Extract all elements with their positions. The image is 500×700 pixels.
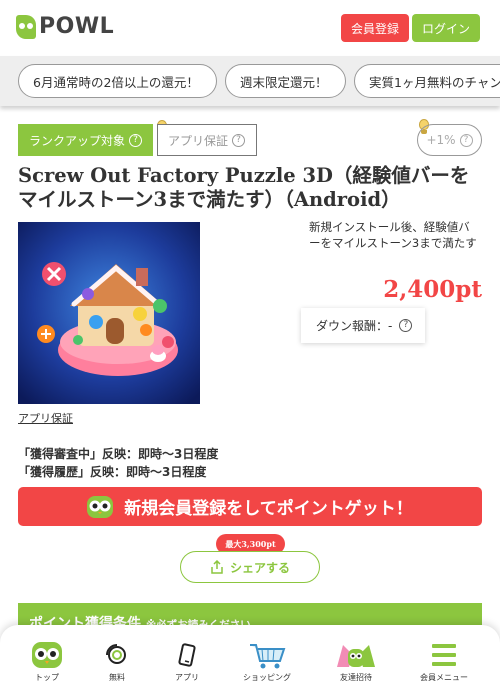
- owl-icon: [87, 495, 114, 518]
- bottom-nav: トップ 無料 アプリ ショッピング 友達招待 会員メニュー: [0, 625, 500, 700]
- nav-label: 無料: [109, 673, 125, 682]
- owl-icon: [32, 639, 62, 671]
- free-coin-icon: [105, 639, 129, 671]
- rank-up-badge[interactable]: ランクアップ対象 ?: [18, 124, 153, 156]
- reflect-line: 「獲得履歴」反映：即時～3日程度: [18, 465, 207, 479]
- screw-house-illustration: [18, 222, 200, 404]
- campaign-tab[interactable]: 週末限定還元！: [225, 64, 346, 98]
- powl-owl-icon: [16, 14, 36, 39]
- help-icon: ?: [232, 133, 246, 147]
- nav-label: 会員メニュー: [420, 673, 468, 682]
- share-label: シェアする: [229, 560, 290, 575]
- reward-points: 2,400pt: [383, 276, 482, 303]
- nav-label: アプリ: [175, 673, 199, 682]
- signup-cta-button[interactable]: 新規会員登録をしてポイントゲット！: [18, 487, 482, 526]
- nav-item-free[interactable]: 無料: [82, 639, 152, 683]
- signup-cta-label: 新規会員登録をしてポイントゲット！: [124, 499, 413, 519]
- reflect-line: 「獲得審査中」反映：即時～3日程度: [18, 447, 219, 461]
- nav-label: 友達招待: [340, 673, 372, 682]
- app-guarantee-label: アプリ保証: [168, 133, 229, 148]
- reflect-info: 「獲得審査中」反映：即時～3日程度 「獲得履歴」反映：即時～3日程度: [18, 445, 218, 481]
- menu-icon: [430, 639, 458, 671]
- campaign-tab[interactable]: 実質1ヶ月無料のチャン: [354, 64, 500, 98]
- nav-item-member-menu[interactable]: 会員メニュー: [409, 639, 479, 683]
- nav-item-shopping[interactable]: ショッピング: [232, 639, 302, 683]
- logo-text: POWL: [39, 14, 115, 39]
- header: POWL 会員登録 ログイン: [0, 0, 500, 56]
- smartphone-icon: [176, 639, 198, 671]
- nav-item-invite[interactable]: 友達招待: [321, 639, 391, 683]
- logo[interactable]: POWL: [16, 14, 114, 39]
- down-reward-box[interactable]: ダウン報酬：- ?: [301, 308, 425, 343]
- login-button[interactable]: ログイン: [412, 14, 480, 42]
- nav-item-top[interactable]: トップ: [12, 639, 82, 683]
- offer-description: 新規インストール後、経験値バーをマイルストーン3まで満たす: [309, 220, 477, 250]
- friends-icon: [335, 639, 377, 671]
- nav-item-app[interactable]: アプリ: [152, 639, 222, 683]
- offer-title: Screw Out Factory Puzzle 3D（経験値バーをマイルストー…: [18, 164, 470, 211]
- plus-rate-badge[interactable]: +1% ?: [417, 124, 482, 156]
- down-reward-label: ダウン報酬：-: [316, 319, 393, 333]
- app-guarantee-link[interactable]: アプリ保証: [18, 410, 73, 426]
- help-icon: ?: [459, 133, 473, 147]
- plus-rate-label: +1%: [426, 133, 456, 147]
- help-icon: ?: [399, 319, 413, 332]
- rank-up-label: ランクアップ対象: [29, 133, 126, 148]
- campaign-tab-strip[interactable]: 6月通常時の2倍以上の還元！ 週末限定還元！ 実質1ヶ月無料のチャン: [0, 56, 500, 106]
- help-icon: ?: [129, 133, 143, 147]
- campaign-tab[interactable]: 6月通常時の2倍以上の還元！: [18, 64, 217, 98]
- nav-label: ショッピング: [243, 673, 291, 682]
- app-thumbnail: [18, 222, 200, 404]
- shopping-cart-icon: [248, 639, 286, 671]
- share-icon: [211, 560, 223, 574]
- share-button[interactable]: シェアする: [180, 551, 320, 583]
- register-button[interactable]: 会員登録: [341, 14, 409, 42]
- app-guarantee-badge[interactable]: アプリ保証 ?: [157, 124, 257, 156]
- nav-label: トップ: [35, 673, 59, 682]
